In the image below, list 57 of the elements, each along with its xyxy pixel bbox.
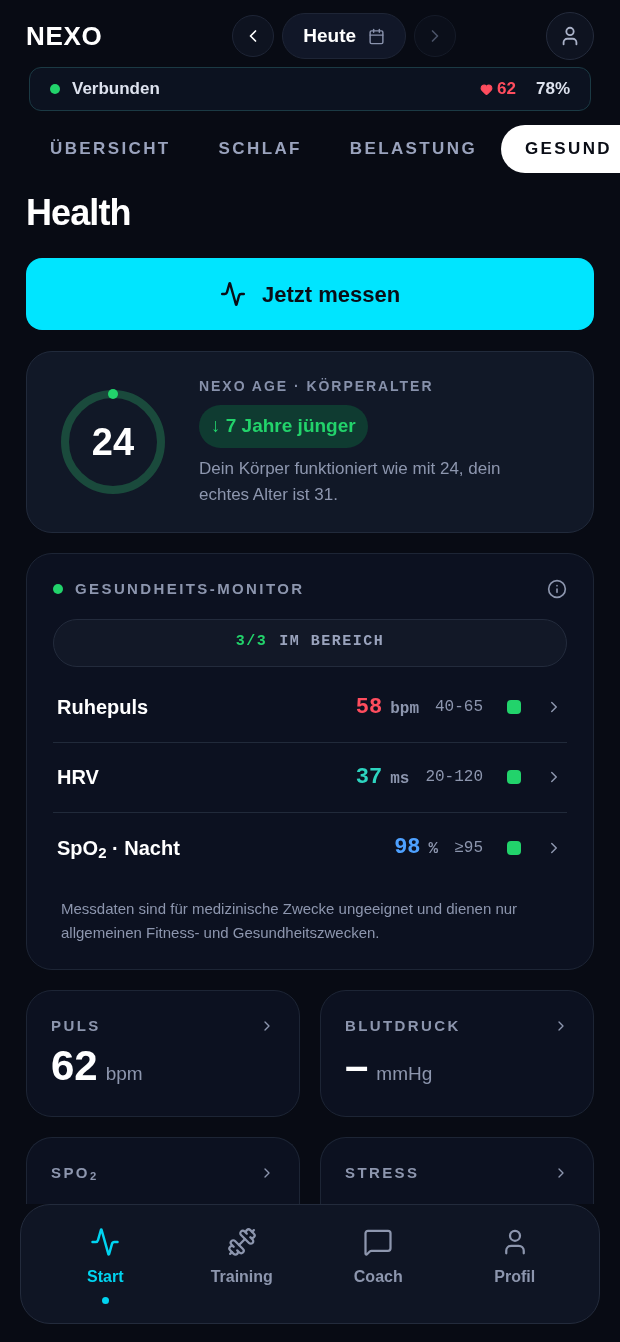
card-label: NEXO AGE · KÖRPERALTER [199, 377, 435, 397]
section-title: GESUNDHEITS-MONITOR [75, 579, 305, 599]
measure-now-button[interactable]: Jetzt messen [26, 258, 594, 330]
page-title: Health [26, 191, 132, 235]
battery-level: 78% [535, 78, 570, 101]
tile-value: – [345, 1045, 369, 1087]
metric-name: SpO$_{2}$ · Nacht [57, 835, 180, 863]
tab[interactable]: ÜBERSICHT [26, 125, 195, 173]
profile-button[interactable] [546, 12, 594, 60]
younger-badge: ↓ 7 Jahre jünger [199, 405, 368, 448]
tab[interactable]: BELASTUNG [325, 125, 501, 173]
pulse-icon [219, 281, 246, 307]
metric-row[interactable]: Ruhepuls 58 bpm 40-65 [53, 672, 567, 743]
nav-item[interactable]: Start [50, 1226, 161, 1304]
tile-label: BLUTDRUCK [345, 1015, 461, 1036]
metric-value: 58 [355, 693, 383, 722]
metric-name: HRV [57, 765, 99, 790]
tile-value: 62 [51, 1045, 98, 1087]
range-label: IM BEREICH [279, 632, 385, 653]
tile-unit: mmHg [376, 1062, 433, 1086]
calendar-icon [368, 27, 386, 45]
body-age-description: Dein Körper funktioniert wie mit 24, dein echtes Alter ist 31. [199, 457, 502, 506]
metric-tile[interactable]: BLUTDRUCK – mmHg [320, 989, 594, 1117]
tile-label: PULS [51, 1015, 101, 1036]
metric-range: 40-65 [435, 697, 483, 718]
date-picker-button[interactable]: Heute [282, 13, 407, 59]
metric-tile[interactable]: SPO$_{2}$ [26, 1136, 300, 1204]
metric-unit: % [428, 839, 439, 860]
metric-row[interactable]: HRV 37 ms 20-120 [53, 742, 567, 813]
metric-value: 37 [355, 763, 383, 792]
metric-range: ≥95 [454, 837, 483, 859]
heart-rate: 62 [497, 78, 516, 101]
tile-label: SPO$_{2}$ [51, 1162, 99, 1184]
info-icon[interactable] [547, 579, 567, 600]
body-age-value: 24 [91, 419, 135, 465]
range-count: 3/3 [235, 632, 268, 653]
tab[interactable]: SCHLAF [194, 125, 326, 173]
heart-icon [480, 82, 494, 96]
metric-unit: ms [390, 768, 410, 790]
metric-tile[interactable]: PULS 62 bpm [26, 989, 300, 1117]
metric-unit: bpm [390, 698, 419, 720]
disclaimer: Messdaten sind für medizinische Zwecke ungeeignet und dienen nur allgemeinen Fitness- und Gesundheitszwecken. [60, 898, 519, 943]
metric-row[interactable]: SpO$_{2}$ · Nacht 98 % ≥95 [53, 812, 567, 883]
logo: NEXO [26, 19, 103, 53]
pulse-icon [90, 1226, 121, 1257]
dumbbell-icon [226, 1226, 257, 1257]
tile-unit: bpm [105, 1062, 143, 1086]
tab[interactable]: GESUND [501, 125, 620, 173]
connection-status: Verbunden [72, 78, 160, 101]
nav-item[interactable]: Training [186, 1226, 297, 1289]
metric-name: Ruhepuls [57, 695, 149, 720]
nav-item[interactable]: Coach [323, 1226, 434, 1289]
metric-range: 20-120 [425, 767, 483, 788]
nav-item[interactable]: Profil [459, 1226, 570, 1289]
tile-label: STRESS [345, 1162, 420, 1183]
metric-value: 98 [394, 834, 421, 862]
metric-tile[interactable]: STRESS [320, 1136, 594, 1204]
